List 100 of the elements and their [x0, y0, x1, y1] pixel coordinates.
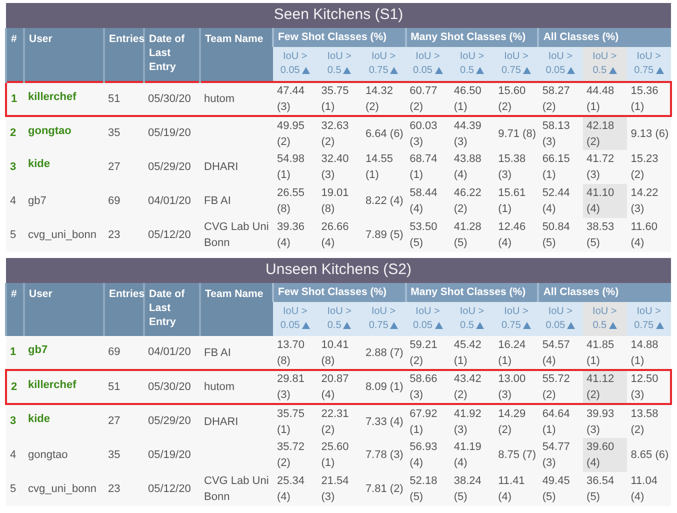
table-cell: CVG Lab Uni Bonn	[200, 472, 273, 506]
sort-icon	[390, 322, 398, 329]
sort-header[interactable]: IoU > 0.5	[450, 302, 494, 336]
table-cell: 14.22 (3)	[626, 184, 671, 218]
table-cell: 55.72 (2)	[538, 370, 583, 404]
table-cell: hutom	[200, 370, 273, 404]
column-header: Date of Last Entry	[144, 28, 200, 82]
sort-icon	[434, 67, 442, 74]
sort-header[interactable]: IoU > 0.05	[273, 47, 318, 82]
column-header: Team Name	[200, 28, 273, 82]
table-cell: 05/29/20	[144, 404, 200, 438]
table-cell: 5	[6, 472, 24, 506]
sort-header[interactable]: IoU > 0.5	[582, 47, 627, 82]
sort-header[interactable]: IoU > 0.75	[361, 47, 406, 82]
table-cell: 58.66 (3)	[406, 370, 450, 404]
table-cell: 35.75 (1)	[273, 404, 318, 438]
table-cell: 04/01/20	[144, 336, 200, 370]
table-cell: 44.48 (1)	[582, 82, 627, 116]
table-cell: 9.71 (8)	[494, 116, 538, 150]
table-cell: 56.93 (4)	[406, 438, 450, 472]
table-cell: 26.55 (8)	[273, 184, 318, 218]
table-cell: 25.34 (4)	[273, 472, 318, 506]
table-cell: 9.13 (6)	[626, 116, 671, 150]
sort-header[interactable]: IoU > 0.05	[406, 302, 450, 336]
user-link[interactable]: gongtao	[24, 116, 104, 150]
table-cell: 43.42 (2)	[450, 370, 494, 404]
user-link[interactable]: kide	[24, 150, 104, 184]
sort-header[interactable]: IoU > 0.05	[538, 302, 583, 336]
sort-header[interactable]: IoU > 0.05	[273, 302, 318, 336]
table-cell: 41.72 (3)	[582, 150, 627, 184]
table-cell: 42.18 (2)	[582, 116, 627, 150]
table-cell: 15.36 (1)	[626, 82, 671, 116]
table-cell: 23	[104, 472, 144, 506]
table-cell: 51	[104, 370, 144, 404]
table-cell: DHARI	[200, 404, 273, 438]
table-cell: 50.84 (5)	[538, 218, 583, 252]
table-cell: 19.01 (8)	[317, 184, 362, 218]
table-cell: 41.85 (1)	[582, 336, 627, 370]
table-cell: 29.81 (3)	[273, 370, 318, 404]
column-header: User	[24, 28, 104, 82]
table-cell: 54.98 (1)	[273, 150, 318, 184]
table-cell: 58.13 (3)	[538, 116, 583, 150]
table-cell: 54.77 (3)	[538, 438, 583, 472]
table-cell: 8.65 (6)	[626, 438, 671, 472]
sort-header[interactable]: IoU > 0.75	[494, 302, 538, 336]
sort-icon	[656, 67, 664, 74]
table-cell: 43.88 (4)	[450, 150, 494, 184]
table-cell: 47.44 (3)	[273, 82, 318, 116]
sort-header[interactable]: IoU > 0.5	[317, 302, 362, 336]
sort-header[interactable]: IoU > 0.05	[406, 47, 450, 82]
sort-header[interactable]: IoU > 0.75	[626, 302, 671, 336]
sort-header[interactable]: IoU > 0.05	[538, 47, 583, 82]
table-cell: 41.28 (5)	[450, 218, 494, 252]
user-link[interactable]: gb7	[24, 336, 104, 370]
sort-header[interactable]: IoU > 0.5	[582, 302, 627, 336]
column-group-header: All Classes (%)	[538, 283, 671, 302]
table-cell: cvg_uni_bonn	[24, 218, 104, 252]
table-cell: 2.88 (7)	[361, 336, 406, 370]
table-cell: 39.93 (3)	[582, 404, 627, 438]
user-link[interactable]: kide	[24, 404, 104, 438]
table-cell: 8.09 (1)	[361, 370, 406, 404]
sort-icon	[343, 322, 352, 329]
table-cell: 27	[104, 404, 144, 438]
table-cell: 14.55 (1)	[361, 150, 406, 184]
table-cell: 45.42 (1)	[450, 336, 494, 370]
sort-header[interactable]: IoU > 0.5	[450, 47, 494, 82]
table-cell: 69	[104, 184, 144, 218]
table-cell: 13.00 (3)	[494, 370, 538, 404]
table-cell: 32.63 (2)	[317, 116, 362, 150]
sort-header[interactable]: IoU > 0.75	[361, 302, 406, 336]
sort-icon	[567, 67, 576, 74]
table-cell: 38.24 (5)	[450, 472, 494, 506]
table-cell: 05/30/20	[144, 370, 200, 404]
table-cell: 15.61 (1)	[494, 184, 538, 218]
table-cell: 41.92 (3)	[450, 404, 494, 438]
table-cell: 66.15 (1)	[538, 150, 583, 184]
column-header: Team Name	[200, 283, 273, 336]
table-cell: 8.75 (7)	[494, 438, 538, 472]
sort-icon	[522, 67, 531, 74]
sort-icon	[656, 322, 664, 329]
table-cell: 11.41 (4)	[494, 472, 538, 506]
table-cell: 41.12 (2)	[582, 370, 627, 404]
table-cell: 5	[6, 218, 24, 252]
sort-icon	[608, 322, 617, 329]
sort-icon	[343, 67, 352, 74]
table-cell: 14.32 (2)	[361, 82, 406, 116]
user-link[interactable]: killerchef	[24, 82, 104, 116]
sort-icon	[302, 322, 310, 329]
column-group-header: All Classes (%)	[538, 28, 671, 47]
table-cell: 39.60 (4)	[582, 438, 627, 472]
table-cell: 69	[104, 336, 144, 370]
table-cell: cvg_uni_bonn	[24, 472, 104, 506]
table-cell: 52.18 (5)	[406, 472, 450, 506]
user-link[interactable]: killerchef	[24, 370, 104, 404]
table-cell: 25.60 (1)	[317, 438, 362, 472]
sort-header[interactable]: IoU > 0.75	[494, 47, 538, 82]
table-cell: 11.04 (4)	[626, 472, 671, 506]
sort-header[interactable]: IoU > 0.75	[626, 47, 671, 82]
table-cell: 3	[6, 404, 24, 438]
sort-header[interactable]: IoU > 0.5	[317, 47, 362, 82]
